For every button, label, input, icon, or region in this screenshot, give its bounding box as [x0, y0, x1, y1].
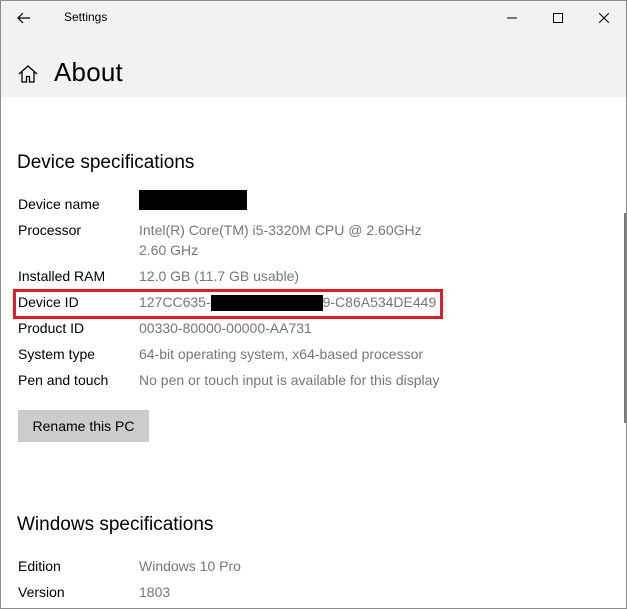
page-title: About [54, 57, 123, 87]
product-id-value: 00330-80000-00000-AA731 [139, 320, 312, 336]
title-bar-and-header: Settings About [1, 1, 626, 97]
device-id-prefix: 127CC635- [139, 294, 211, 310]
minimize-button[interactable] [489, 1, 535, 34]
back-arrow-icon [17, 12, 30, 23]
processor-value-line2: 2.60 GHz [139, 242, 199, 258]
redaction-bar [139, 190, 247, 211]
device-name-value [139, 189, 247, 211]
processor-label: Processor [18, 222, 82, 238]
version-label: Version [18, 584, 65, 600]
back-button[interactable] [1, 1, 47, 34]
rename-this-pc-button[interactable]: Rename this PC [18, 410, 149, 442]
device-name-label: Device name [18, 196, 100, 212]
edition-label: Edition [18, 558, 61, 574]
windows-specifications-heading: Windows specifications [17, 514, 214, 535]
device-id-value: 127CC635- 9-C86A534DE449 [139, 292, 436, 312]
minimize-icon [507, 17, 517, 18]
home-icon [18, 65, 38, 83]
device-id-suffix: 9-C86A534DE449 [322, 294, 437, 310]
maximize-button[interactable] [535, 1, 581, 34]
device-id-label: Device ID [18, 294, 79, 310]
system-type-value: 64-bit operating system, x64-based proce… [139, 346, 424, 362]
system-type-label: System type [18, 346, 96, 362]
close-button[interactable] [581, 1, 626, 34]
device-specifications-heading: Device specifications [17, 152, 195, 173]
processor-value-line1: Intel(R) Core(TM) i5-3320M CPU @ 2.60GHz [139, 222, 422, 238]
pen-and-touch-label: Pen and touch [18, 372, 109, 388]
close-icon [599, 12, 609, 23]
pen-and-touch-value: No pen or touch input is available for t… [139, 372, 440, 388]
product-id-label: Product ID [18, 320, 85, 336]
window-title: Settings [64, 10, 108, 24]
version-value: 1803 [139, 584, 171, 600]
settings-window: Settings About Device specifications Dev… [0, 0, 627, 609]
installed-ram-label: Installed RAM [18, 268, 106, 284]
redaction-bar [210, 295, 323, 312]
vertical-scrollbar[interactable] [624, 213, 626, 423]
installed-ram-value: 12.0 GB (11.7 GB usable) [139, 268, 300, 284]
maximize-icon [553, 12, 563, 23]
edition-value: Windows 10 Pro [139, 558, 241, 574]
about-content: Device specifications Device name Proces… [1, 97, 626, 608]
